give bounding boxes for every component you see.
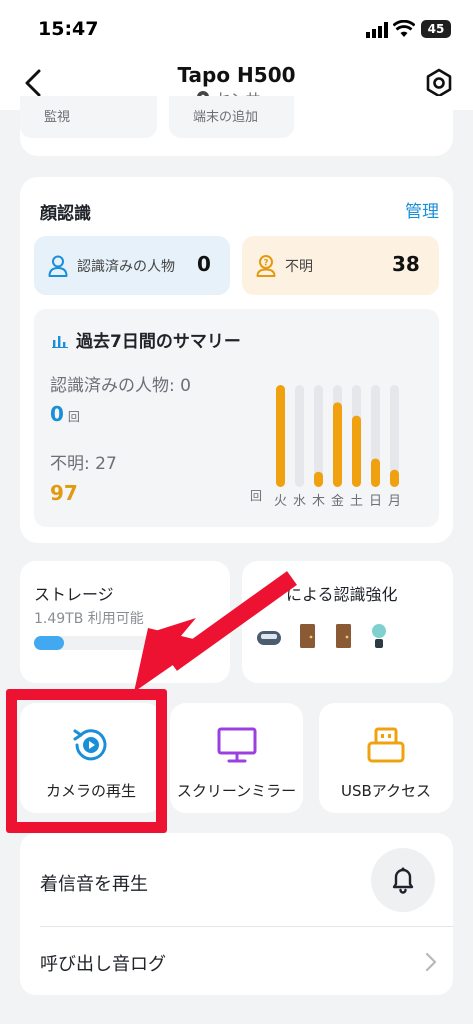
chart-bar <box>352 415 361 487</box>
play-ringtone-label: 着信音を再生 <box>40 874 148 895</box>
annotation-arrow-icon <box>134 571 297 692</box>
manage-link[interactable]: 管理 <box>405 197 439 222</box>
person-icon <box>48 255 68 277</box>
monitor-tile-label: 監視 <box>44 110 71 125</box>
sound-options-list: 着信音を再生 呼び出し音ログ <box>20 833 453 995</box>
storage-available: 1.49TB 利用可能 <box>34 611 144 627</box>
bell-icon <box>392 867 414 894</box>
chart-bar <box>276 385 285 487</box>
known-summary-line: 認識済みの人物: 0 <box>50 376 191 396</box>
storage-title: ストレージ <box>34 585 114 604</box>
chart-day-label: 水 <box>293 494 306 509</box>
known-people-tile[interactable]: 認識済みの人物 0 <box>34 236 230 295</box>
known-summary-value: 0回 <box>50 402 80 426</box>
unknown-summary-value: 97 <box>50 481 78 505</box>
weekly-summary-title: 過去7日間のサマリー <box>52 327 241 352</box>
status-bar: 15:47 45 <box>0 0 473 60</box>
screen-mirror-label: スクリーンミラー <box>176 782 297 800</box>
chart-day-label: 火 <box>274 494 287 509</box>
chart-bar <box>390 469 399 487</box>
unknown-people-tile[interactable]: ? 不明 38 <box>242 236 439 295</box>
add-device-tile[interactable]: 端末の追加 <box>169 96 294 138</box>
known-people-count: 0 <box>197 252 211 276</box>
add-device-tile-label: 端末の追加 <box>193 110 259 125</box>
face-recognition-title: 顔認識 <box>40 204 91 224</box>
weekly-summary-title-text: 過去7日間のサマリー <box>76 332 241 352</box>
chart-day-label: 日 <box>369 494 382 509</box>
chart-bar-track <box>295 385 304 487</box>
known-summary-number: 0 <box>50 402 64 426</box>
highlight-box <box>6 689 167 833</box>
device-title: Tapo H500 <box>177 63 296 87</box>
chart-bar <box>371 458 380 487</box>
chart-day-label: 金 <box>331 493 344 509</box>
monitor-icon <box>217 727 257 763</box>
chevron-right-icon[interactable] <box>424 951 438 973</box>
weekly-bar-chart: 火水木金土日月 <box>274 385 401 509</box>
plant-icon <box>372 624 386 648</box>
monitor-tile[interactable]: 監視 <box>20 96 157 138</box>
unknown-summary-line: 不明: 27 <box>50 454 117 474</box>
quick-tiles-card: 監視 端末の追加 <box>20 96 453 156</box>
chart-day-label: 土 <box>350 494 363 509</box>
door-icon <box>336 624 351 648</box>
status-time: 15:47 <box>38 18 99 40</box>
chart-bar <box>314 471 323 487</box>
chart-bar <box>333 402 342 487</box>
unknown-people-label: 不明 <box>285 259 313 275</box>
usb-icon <box>367 727 405 763</box>
cellular-signal-icon <box>366 22 388 38</box>
unknown-people-count: 38 <box>392 252 420 276</box>
call-log-item[interactable]: 呼び出し音ログ <box>40 950 166 976</box>
unknown-person-icon: ? <box>256 255 276 277</box>
screen-mirror-tile[interactable]: スクリーンミラー <box>170 703 303 813</box>
settings-gear-icon[interactable] <box>424 68 454 98</box>
list-divider <box>40 926 453 927</box>
chart-axis-unit: 回 <box>250 489 263 503</box>
chart-day-label: 木 <box>312 494 325 509</box>
usb-access-tile[interactable]: USBアクセス <box>319 703 453 813</box>
usb-access-label: USBアクセス <box>340 782 432 800</box>
chart-day-label: 月 <box>388 494 401 509</box>
known-people-label: 認識済みの人物 <box>77 259 175 275</box>
battery-indicator: 45 <box>421 20 451 38</box>
play-ringtone-button[interactable] <box>371 848 435 912</box>
weekly-summary-panel: 過去7日間のサマリー 認識済みの人物: 0 0回 不明: 27 97 回 火水木… <box>34 309 439 527</box>
recognition-enhancement-title: による認識強化 <box>286 585 398 604</box>
bar-chart-icon <box>52 336 68 348</box>
known-summary-unit: 回 <box>67 410 80 424</box>
svg-text:?: ? <box>263 259 268 269</box>
storage-usage-bar <box>34 636 64 650</box>
face-recognition-card: 顔認識 管理 認識済みの人物 0 ? 不明 38 過去7日間のサマリー 認識済み… <box>20 177 453 543</box>
wifi-icon <box>393 20 415 37</box>
